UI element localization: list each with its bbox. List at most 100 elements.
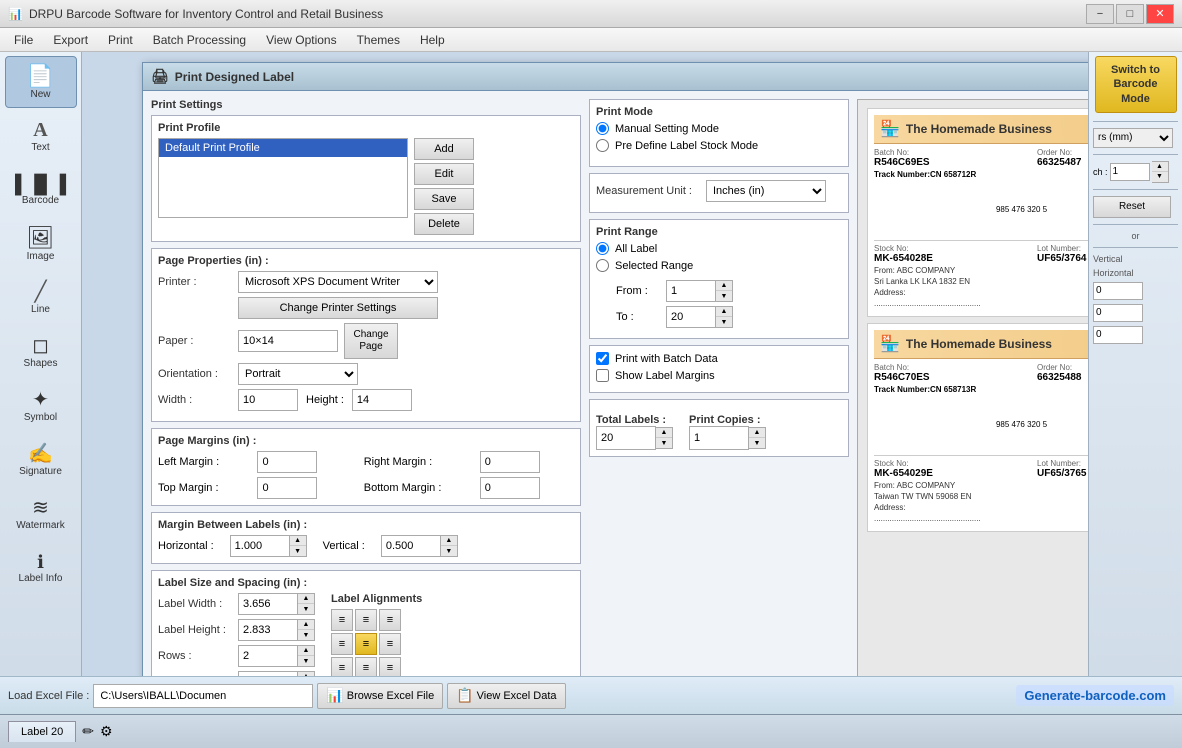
change-page-button[interactable]: Change Page: [344, 323, 398, 359]
all-label-radio[interactable]: [596, 242, 609, 255]
sidebar-item-signature[interactable]: ✍ Signature: [5, 434, 77, 486]
printer-select[interactable]: Microsoft XPS Document Writer: [238, 271, 438, 293]
sidebar-item-watermark[interactable]: ≋ Watermark: [5, 488, 77, 540]
edit-profile-button[interactable]: Edit: [414, 163, 474, 185]
from-spin-down[interactable]: ▼: [716, 291, 732, 301]
align-bot-center[interactable]: ≡: [355, 657, 377, 676]
horiz-margin-input[interactable]: [230, 535, 290, 557]
rp-rows-up[interactable]: ▲: [1152, 162, 1168, 172]
maximize-button[interactable]: □: [1116, 4, 1144, 24]
label-width-input[interactable]: [238, 593, 298, 615]
view-excel-button[interactable]: 📋 View Excel Data: [447, 683, 565, 709]
change-printer-button[interactable]: Change Printer Settings: [238, 297, 438, 319]
bottom-margin-input[interactable]: [480, 477, 540, 499]
left-margin-input[interactable]: [257, 451, 317, 473]
color-input-1[interactable]: [1093, 282, 1143, 300]
rp-rows-down[interactable]: ▼: [1152, 172, 1168, 182]
sidebar-item-labelinfo[interactable]: ℹ Label Info: [5, 542, 77, 594]
reset-button[interactable]: Reset: [1093, 196, 1171, 218]
show-margins-checkbox[interactable]: [596, 369, 609, 382]
height-input[interactable]: [352, 389, 412, 411]
manual-mode-radio[interactable]: [596, 122, 609, 135]
horiz-spin-down[interactable]: ▼: [290, 546, 306, 556]
menu-help[interactable]: Help: [410, 31, 455, 49]
sidebar-item-new[interactable]: 📄 New: [5, 56, 77, 108]
columns-input[interactable]: [238, 671, 298, 676]
profile-item-default[interactable]: Default Print Profile: [159, 139, 407, 157]
rows-spin-up[interactable]: ▲: [298, 646, 314, 656]
selected-range-radio-row[interactable]: Selected Range: [596, 259, 842, 272]
rp-rows-input[interactable]: [1110, 163, 1150, 181]
lh-spin-down[interactable]: ▼: [298, 630, 314, 640]
vert-spin-up[interactable]: ▲: [441, 536, 457, 546]
switch-to-barcode-button[interactable]: Switch toBarcodeMode: [1095, 56, 1177, 113]
menu-themes[interactable]: Themes: [347, 31, 410, 49]
label-tab[interactable]: Label 20: [8, 721, 76, 742]
align-top-right[interactable]: ≡: [379, 609, 401, 631]
align-top-center[interactable]: ≡: [355, 609, 377, 631]
copies-spin-up[interactable]: ▲: [749, 428, 765, 438]
align-bot-right[interactable]: ≡: [379, 657, 401, 676]
sidebar-item-shapes[interactable]: ◻ Shapes: [5, 326, 77, 378]
horiz-spin-up[interactable]: ▲: [290, 536, 306, 546]
right-margin-input[interactable]: [480, 451, 540, 473]
align-top-left[interactable]: ≡: [331, 609, 353, 631]
predefine-mode-radio-row[interactable]: Pre Define Label Stock Mode: [596, 139, 842, 152]
lh-spin-up[interactable]: ▲: [298, 620, 314, 630]
print-batch-row[interactable]: Print with Batch Data: [596, 352, 842, 365]
minimize-button[interactable]: −: [1086, 4, 1114, 24]
profile-list[interactable]: Default Print Profile: [158, 138, 408, 218]
rows-spin-down[interactable]: ▼: [298, 656, 314, 666]
width-input[interactable]: [238, 389, 298, 411]
manual-mode-radio-row[interactable]: Manual Setting Mode: [596, 122, 842, 135]
align-mid-center[interactable]: ≡: [355, 633, 377, 655]
total-labels-input[interactable]: [596, 426, 656, 450]
lw-spin-down[interactable]: ▼: [298, 604, 314, 614]
total-spin-up[interactable]: ▲: [656, 428, 672, 438]
total-spin-down[interactable]: ▼: [656, 438, 672, 448]
sidebar-item-text[interactable]: A Text: [5, 110, 77, 162]
sidebar-item-image[interactable]: 🖼 Image: [5, 218, 77, 270]
color-input-3[interactable]: [1093, 326, 1143, 344]
pencil-icon[interactable]: ✏: [82, 723, 94, 740]
rows-input[interactable]: [238, 645, 298, 667]
lw-spin-up[interactable]: ▲: [298, 594, 314, 604]
print-batch-checkbox[interactable]: [596, 352, 609, 365]
vert-spin-down[interactable]: ▼: [441, 546, 457, 556]
show-margins-row[interactable]: Show Label Margins: [596, 369, 842, 382]
top-margin-input[interactable]: [257, 477, 317, 499]
menu-view-options[interactable]: View Options: [256, 31, 346, 49]
measurement-select[interactable]: Inches (in) Centimeters (cm) Millimeters…: [706, 180, 826, 202]
menu-file[interactable]: File: [4, 31, 43, 49]
sidebar-item-line[interactable]: ╱ Line: [5, 272, 77, 324]
all-label-radio-row[interactable]: All Label: [596, 242, 842, 255]
to-spin-down[interactable]: ▼: [716, 317, 732, 327]
from-input[interactable]: [666, 280, 716, 302]
copies-spin-down[interactable]: ▼: [749, 438, 765, 448]
browse-excel-button[interactable]: 📊 Browse Excel File: [317, 683, 443, 709]
predefine-mode-radio[interactable]: [596, 139, 609, 152]
sidebar-item-symbol[interactable]: ✦ Symbol: [5, 380, 77, 432]
menu-batch-processing[interactable]: Batch Processing: [143, 31, 256, 49]
align-bot-left[interactable]: ≡: [331, 657, 353, 676]
print-copies-input[interactable]: [689, 426, 749, 450]
sidebar-item-barcode[interactable]: ▌▐▌▐ Barcode: [5, 164, 77, 216]
save-profile-button[interactable]: Save: [414, 188, 474, 210]
cols-spin-up[interactable]: ▲: [298, 672, 314, 676]
paper-input[interactable]: [238, 330, 338, 352]
label-height-input[interactable]: [238, 619, 298, 641]
align-mid-left[interactable]: ≡: [331, 633, 353, 655]
to-input[interactable]: [666, 306, 716, 328]
gear-status-icon[interactable]: ⚙: [100, 723, 113, 740]
align-mid-right[interactable]: ≡: [379, 633, 401, 655]
to-spin-up[interactable]: ▲: [716, 307, 732, 317]
rp-unit-select[interactable]: rs (mm) Inches (in): [1093, 128, 1173, 148]
delete-profile-button[interactable]: Delete: [414, 213, 474, 235]
add-profile-button[interactable]: Add: [414, 138, 474, 160]
menu-print[interactable]: Print: [98, 31, 143, 49]
menu-export[interactable]: Export: [43, 31, 98, 49]
vert-margin-input[interactable]: [381, 535, 441, 557]
orientation-select[interactable]: Portrait Landscape: [238, 363, 358, 385]
close-button[interactable]: ✕: [1146, 4, 1174, 24]
color-input-2[interactable]: [1093, 304, 1143, 322]
